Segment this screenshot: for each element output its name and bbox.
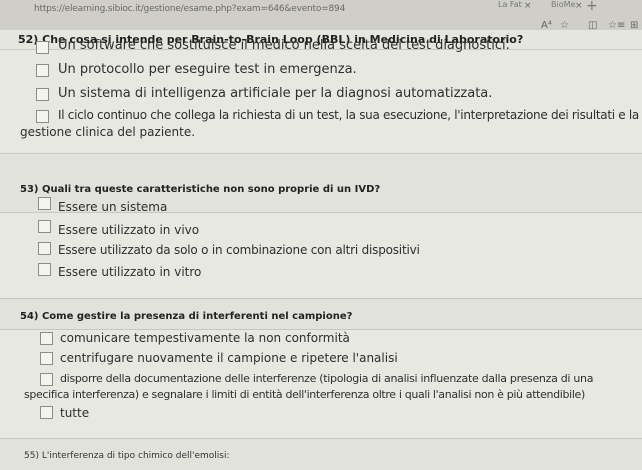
answer-checkbox[interactable] (40, 352, 53, 365)
answer-option: disporre della documentazione delle inte… (60, 372, 594, 385)
answer-option: tutte (60, 406, 90, 420)
answer-checkbox[interactable] (40, 406, 53, 419)
answer-checkbox[interactable] (38, 242, 51, 255)
answer-option-continued: gestione clinica del paziente. (20, 125, 196, 139)
exam-page: 52) Che cosa si intende per Brain-to-Bra… (0, 30, 642, 470)
tab-biome[interactable]: BioMe (551, 0, 575, 9)
answer-checkbox[interactable] (36, 88, 49, 101)
answer-checkbox[interactable] (36, 41, 49, 54)
answer-checkbox[interactable] (40, 332, 53, 345)
answer-option: comunicare tempestivamente la non confor… (60, 331, 350, 345)
answer-checkbox[interactable] (36, 64, 49, 77)
close-icon[interactable]: × (575, 1, 583, 11)
answer-option: Un protocollo per eseguire test in emerg… (58, 62, 357, 77)
answer-option-continued: specifica interferenza) e segnalare i li… (24, 388, 585, 401)
tab-la-fat[interactable]: La Fat (498, 0, 522, 9)
answer-option: Il ciclo continuo che collega la richies… (58, 108, 639, 122)
answer-checkbox[interactable] (38, 263, 51, 276)
answer-option: Essere utilizzato in vitro (58, 265, 202, 279)
answer-option: Un software che sostituisce il medico ne… (58, 38, 510, 53)
answer-checkbox[interactable] (38, 197, 51, 210)
answer-option: Un sistema di intelligenza artificiale p… (58, 86, 493, 101)
answer-checkbox[interactable] (38, 220, 51, 233)
answer-checkbox[interactable] (36, 110, 49, 123)
close-icon[interactable]: × (524, 1, 532, 11)
question-54-title: 54) Come gestire la presenza di interfer… (0, 298, 642, 330)
answer-option: Essere utilizzato da solo o in combinazi… (58, 243, 420, 257)
new-tab-button[interactable]: + (586, 0, 598, 14)
browser-chrome: https://elearning.sibioc.it/gestione/esa… (0, 0, 642, 31)
answer-option: Essere un sistema (58, 200, 168, 214)
address-bar[interactable]: https://elearning.sibioc.it/gestione/esa… (34, 4, 345, 14)
answer-option: Essere utilizzato in vivo (58, 223, 200, 237)
question-55-title: 55) L'interferenza di tipo chimico dell'… (0, 438, 642, 470)
answer-checkbox[interactable] (40, 373, 53, 386)
answer-option: centrifugare nuovamente il campione e ri… (60, 351, 398, 365)
